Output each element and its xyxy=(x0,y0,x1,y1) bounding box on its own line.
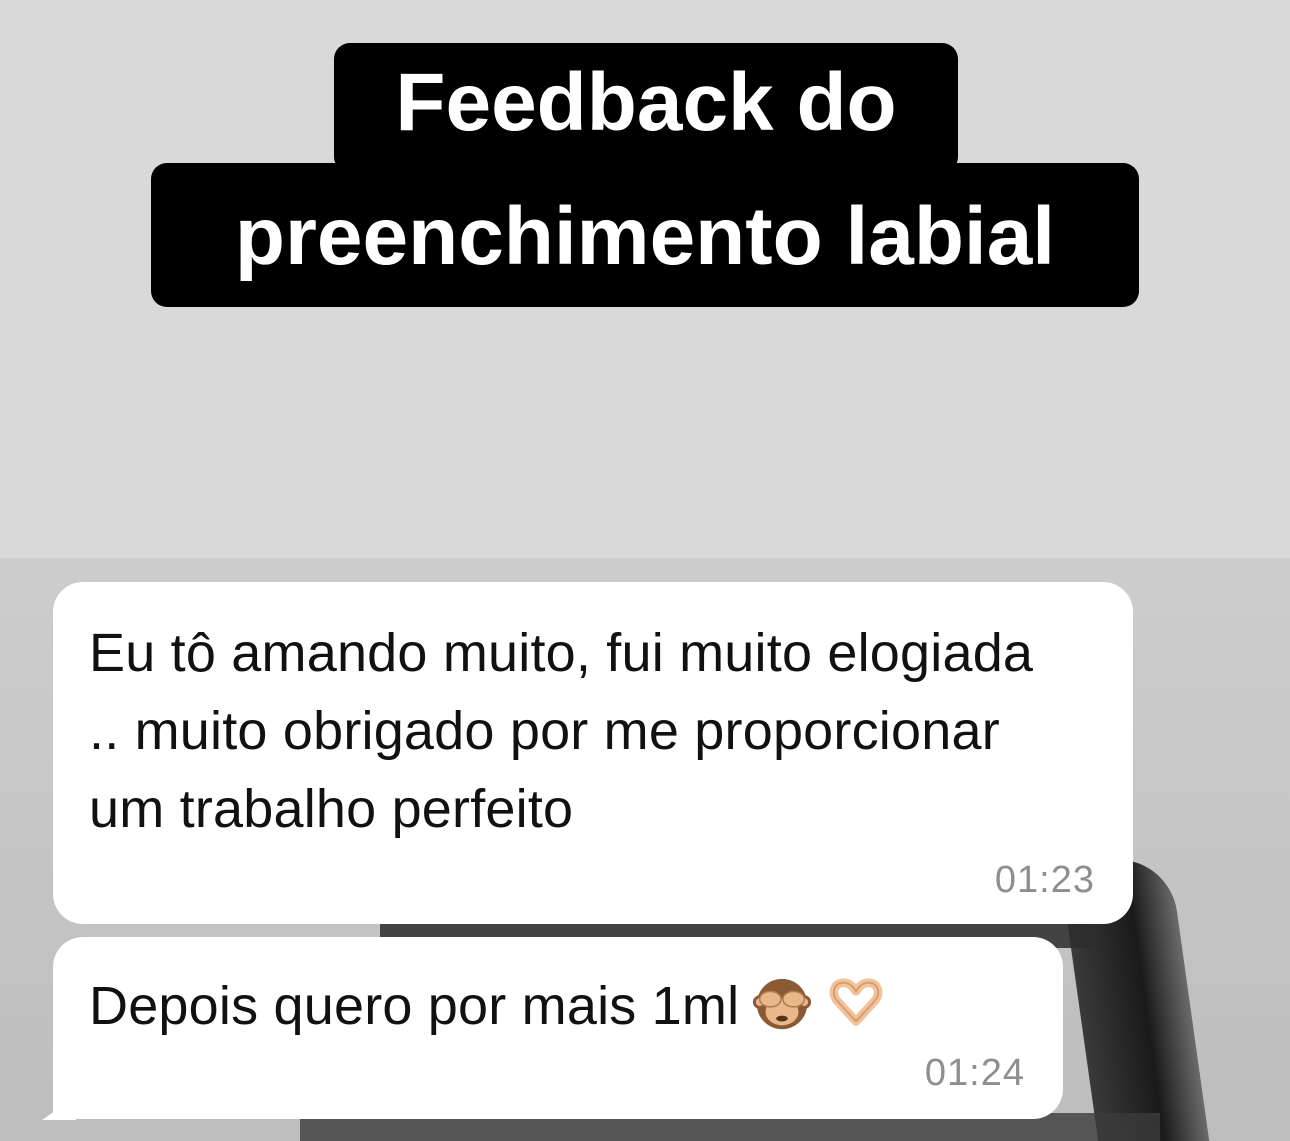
heart-hands-icon xyxy=(829,978,883,1026)
message-text: Depois quero por mais 1ml xyxy=(89,976,740,1036)
chat-message-bubble[interactable]: Eu tô amando muito, fui muito elogiada .… xyxy=(53,582,1133,924)
see-no-evil-monkey-icon xyxy=(753,978,812,1029)
message-timestamp: 01:23 xyxy=(994,859,1095,901)
title-line-2: preenchimento labial xyxy=(151,163,1139,307)
message-line: Depois quero por mais 1ml xyxy=(89,967,1023,1045)
title-text-line-2: preenchimento labial xyxy=(234,191,1056,282)
message-text: Eu tô amando muito, fui muito elogiada .… xyxy=(89,623,1034,839)
chat-message-bubble[interactable]: Depois quero por mais 1ml 01:24 xyxy=(53,937,1063,1119)
message-timestamp: 01:24 xyxy=(924,1052,1025,1094)
title-line-1: Feedback do xyxy=(334,43,958,173)
title-text-line-1: Feedback do xyxy=(395,57,897,148)
